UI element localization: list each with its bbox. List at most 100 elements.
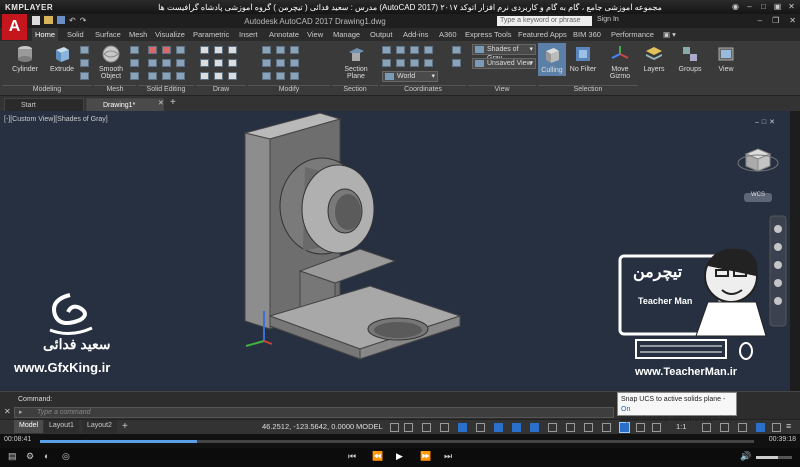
volume-slider[interactable] xyxy=(756,456,792,459)
tab-mesh[interactable]: Mesh xyxy=(126,28,150,41)
clean-screen-icon[interactable] xyxy=(756,423,765,432)
box-icon[interactable] xyxy=(80,46,89,54)
tab-solid[interactable]: Solid xyxy=(64,28,87,41)
customization-icon[interactable] xyxy=(772,423,781,432)
ucs-icon-9[interactable] xyxy=(452,46,461,54)
array-icon[interactable] xyxy=(290,72,299,80)
polygon-icon[interactable] xyxy=(228,59,237,67)
ucs-icon-3[interactable] xyxy=(410,46,419,54)
tab-model[interactable]: Model xyxy=(14,420,44,433)
panel-label-section[interactable]: Section xyxy=(332,85,378,95)
forward-icon[interactable]: ⏩ xyxy=(420,451,431,462)
spline-icon[interactable] xyxy=(214,72,223,80)
visual-style-dropdown[interactable]: Shades of Gray xyxy=(472,44,536,62)
panel-label-modify[interactable]: Modify xyxy=(248,85,330,95)
ribbon-collapse-icon[interactable]: ▣ ▾ xyxy=(660,28,679,41)
tab-annotate[interactable]: Annotate xyxy=(266,28,302,41)
no-filter-button[interactable]: No Filter xyxy=(568,44,598,73)
tab-layout2[interactable]: Layout2 xyxy=(82,420,117,433)
panel-label-view[interactable]: View xyxy=(468,85,536,95)
sign-in-link[interactable]: Sign In xyxy=(597,16,619,23)
command-customize-icon[interactable]: ✕ xyxy=(4,407,11,416)
lineweight-icon[interactable] xyxy=(548,423,557,432)
extract-edges-icon[interactable] xyxy=(148,72,157,80)
model-space-toggle[interactable]: MODEL xyxy=(356,422,383,431)
status-menu-icon[interactable]: ≡ xyxy=(786,421,791,431)
close-icon[interactable]: ✕ xyxy=(789,16,796,25)
tab-output[interactable]: Output xyxy=(367,28,396,41)
culling-button[interactable]: Culling xyxy=(538,43,566,76)
mesh-icon-3[interactable] xyxy=(130,72,139,80)
pin-icon[interactable]: ◉ xyxy=(730,1,741,12)
new-file-icon[interactable] xyxy=(32,16,40,25)
previous-icon[interactable]: ⏮ xyxy=(348,451,356,462)
viewport-window-controls[interactable]: –□✕ xyxy=(755,118,778,126)
ucs-icon-8[interactable] xyxy=(424,59,433,67)
ellipse-icon[interactable] xyxy=(228,72,237,80)
player-logo[interactable]: KMPLAYER xyxy=(0,3,53,12)
panel-label-draw[interactable]: Draw xyxy=(196,85,246,95)
grid-icon[interactable] xyxy=(390,423,399,432)
panel-label-coordinates[interactable]: Coordinates xyxy=(380,85,466,95)
move-gizmo-button[interactable]: Move Gizmo xyxy=(605,44,635,80)
tab-drawing1[interactable]: Drawing1* xyxy=(86,98,164,111)
ucs-icon-2[interactable] xyxy=(396,46,405,54)
shell-icon[interactable] xyxy=(176,59,185,67)
object-snap-icon[interactable] xyxy=(512,423,521,432)
tab-home[interactable]: Home xyxy=(32,28,59,41)
transparency-icon[interactable] xyxy=(566,423,575,432)
restore-icon[interactable]: ❐ xyxy=(772,16,779,25)
trim-icon[interactable] xyxy=(290,46,299,54)
tab-express-tools[interactable]: Express Tools xyxy=(462,28,515,41)
tab-parametric[interactable]: Parametric xyxy=(190,28,232,41)
minimize-icon[interactable]: – xyxy=(744,1,755,12)
application-menu-button[interactable]: A xyxy=(2,14,27,40)
section-plane-button[interactable]: Section Plane xyxy=(338,44,374,80)
subtract-icon[interactable] xyxy=(148,46,157,54)
smooth-object-button[interactable]: Smooth Object xyxy=(96,44,126,80)
tab-bim-360[interactable]: BIM 360 xyxy=(570,28,604,41)
ucs-icon-5[interactable] xyxy=(382,59,391,67)
rotate-icon[interactable] xyxy=(276,46,285,54)
ortho-icon[interactable] xyxy=(440,423,449,432)
playlist-icon[interactable]: ▤ xyxy=(8,451,17,462)
circle-icon[interactable] xyxy=(228,46,237,54)
ucs-dropdown[interactable]: World xyxy=(382,71,438,82)
vertical-scrollbar[interactable] xyxy=(790,111,800,391)
redo-icon[interactable]: ↷ xyxy=(80,16,87,25)
move-icon[interactable] xyxy=(262,46,271,54)
ucs-icon-10[interactable] xyxy=(452,59,461,67)
mesh-icon-1[interactable] xyxy=(130,46,139,54)
coordinates-readout[interactable]: 46.2512, -123.5642, 0.0000 xyxy=(262,422,354,431)
polyline-icon[interactable] xyxy=(214,46,223,54)
chamfer-edge-icon[interactable] xyxy=(162,59,171,67)
mesh-icon-2[interactable] xyxy=(130,59,139,67)
hatch-icon[interactable] xyxy=(200,72,209,80)
open-file-icon[interactable] xyxy=(44,16,53,24)
new-tab-icon[interactable]: + xyxy=(170,97,176,108)
panel-label-mesh[interactable]: Mesh xyxy=(94,85,136,95)
tab-layout1[interactable]: Layout1 xyxy=(44,420,79,433)
arc-icon[interactable] xyxy=(200,59,209,67)
minimize-icon[interactable]: – xyxy=(758,16,762,25)
line-icon[interactable] xyxy=(200,46,209,54)
slice-icon[interactable] xyxy=(176,46,185,54)
tab-add-ins[interactable]: Add-ins xyxy=(400,28,431,41)
tab-featured-apps[interactable]: Featured Apps xyxy=(515,28,570,41)
tab-insert[interactable]: Insert xyxy=(236,28,261,41)
ucs-icon-1[interactable] xyxy=(382,46,391,54)
3d-icon[interactable]: ◐ xyxy=(44,451,49,461)
ucs-icon-6[interactable] xyxy=(396,59,405,67)
next-icon[interactable]: ⏭ xyxy=(444,451,452,462)
search-input[interactable]: Type a keyword or phrase xyxy=(497,16,592,26)
add-layout-icon[interactable]: + xyxy=(122,421,128,432)
isodraft-icon[interactable] xyxy=(476,423,485,432)
rewind-icon[interactable]: ⏪ xyxy=(372,451,383,462)
separate-icon[interactable] xyxy=(176,72,185,80)
loft-icon[interactable] xyxy=(80,59,89,67)
fillet-icon[interactable] xyxy=(290,59,299,67)
3d-object-snap-icon[interactable] xyxy=(530,423,539,432)
undo-icon[interactable]: ↶ xyxy=(69,16,76,25)
tab-manage[interactable]: Manage xyxy=(330,28,363,41)
snap-icon[interactable] xyxy=(404,423,413,432)
